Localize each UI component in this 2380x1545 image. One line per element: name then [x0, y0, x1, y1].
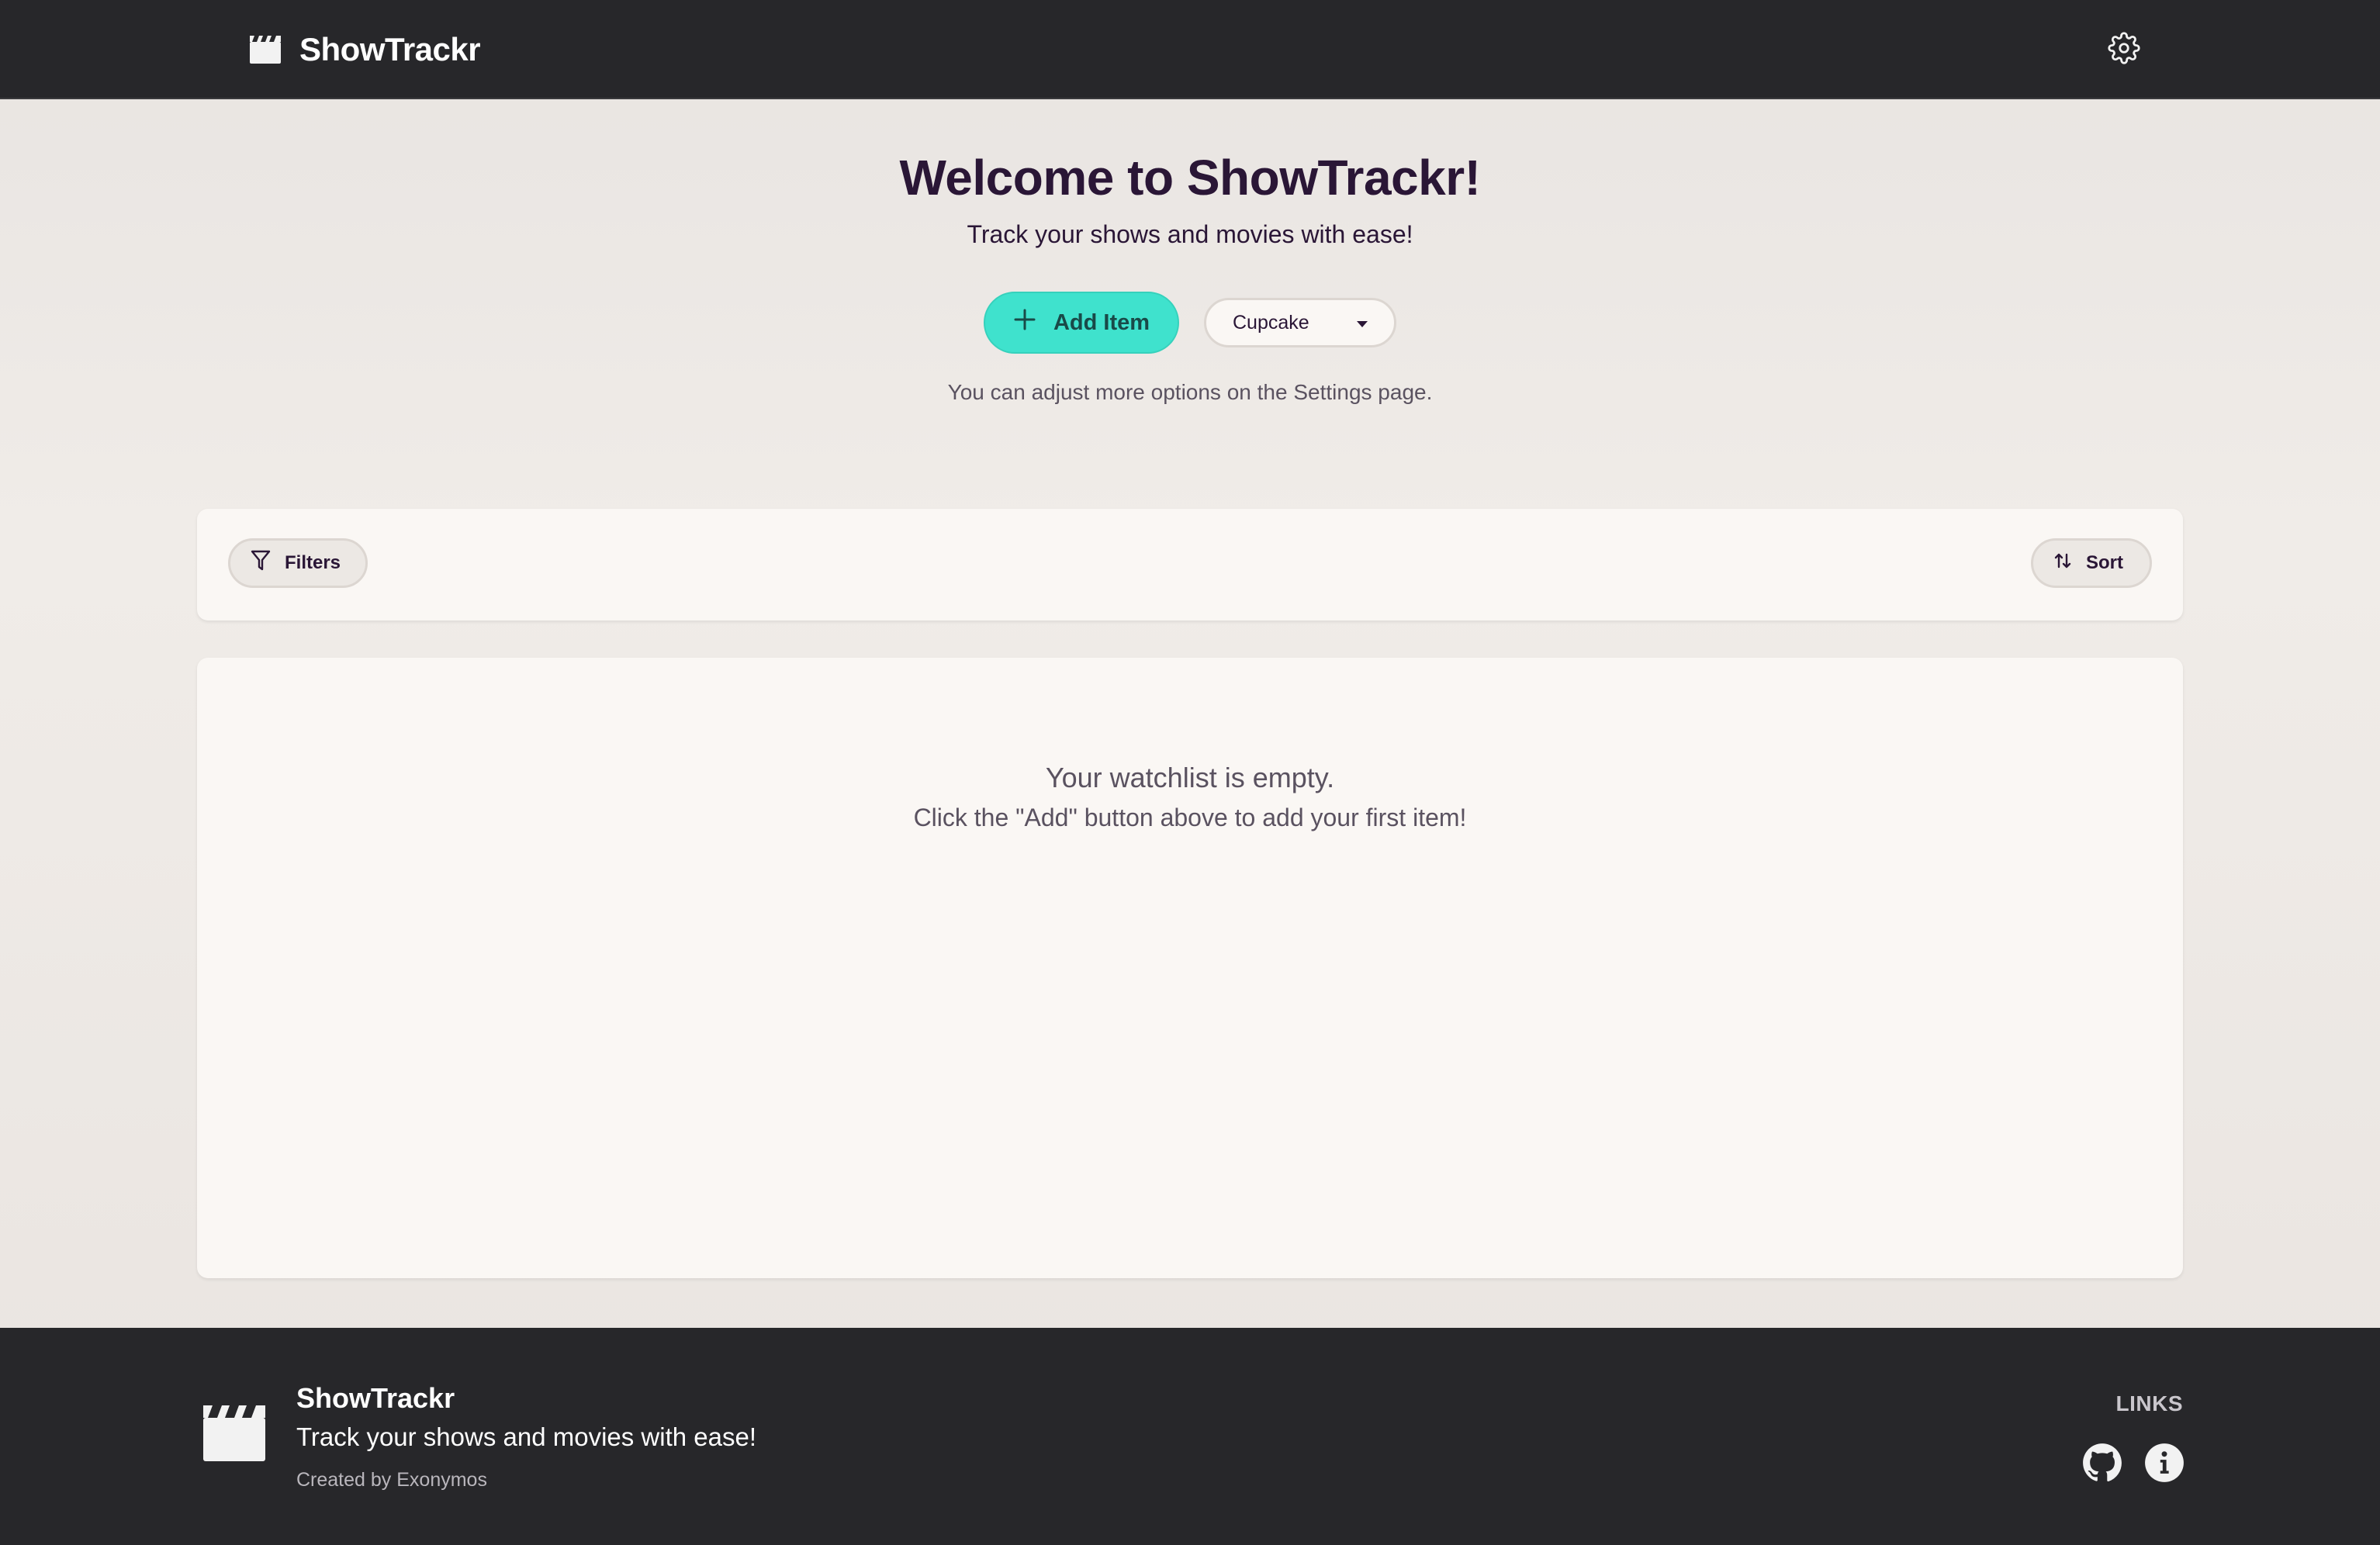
filter-icon	[251, 550, 271, 577]
add-item-button[interactable]: Add Item	[984, 292, 1179, 354]
hero-actions: Add Item Cupcake	[0, 292, 2380, 354]
footer: ShowTrackr Track your shows and movies w…	[0, 1328, 2380, 1545]
plus-icon	[1013, 308, 1036, 337]
clapperboard-icon	[203, 1405, 265, 1461]
theme-select[interactable]: Cupcake	[1204, 298, 1396, 347]
clapperboard-icon	[250, 36, 281, 64]
brand-link[interactable]: ShowTrackr	[250, 0, 481, 99]
github-icon	[2082, 1443, 2122, 1486]
info-link[interactable]	[2144, 1443, 2185, 1483]
github-link[interactable]	[2082, 1443, 2122, 1483]
theme-select-value: Cupcake	[1233, 311, 1309, 334]
footer-title: ShowTrackr	[296, 1382, 455, 1414]
info-icon	[2144, 1443, 2185, 1486]
empty-state-title: Your watchlist is empty.	[1045, 762, 1335, 793]
filters-label: Filters	[285, 552, 341, 573]
empty-state-text: Click the "Add" button above to add your…	[913, 804, 1467, 831]
footer-credit: Created by Exonymos	[296, 1469, 487, 1491]
page-title: Welcome to ShowTrackr!	[899, 150, 1481, 206]
sort-arrows-icon	[2053, 551, 2072, 575]
brand-title: ShowTrackr	[299, 31, 481, 67]
settings-hint: You can adjust more options on the Setti…	[947, 380, 1433, 404]
sort-label: Sort	[2086, 552, 2123, 573]
footer-tagline: Track your shows and movies with ease!	[296, 1422, 757, 1451]
sort-button[interactable]: Sort	[2031, 538, 2152, 588]
filters-button[interactable]: Filters	[228, 538, 368, 588]
gear-icon	[2108, 31, 2140, 68]
filter-sort-toolbar: Filters Sort	[197, 509, 2183, 620]
add-item-label: Add Item	[1053, 309, 1150, 335]
settings-button[interactable]	[2101, 26, 2147, 73]
page-subtitle: Track your shows and movies with ease!	[967, 220, 1413, 248]
navbar: ShowTrackr	[0, 0, 2380, 99]
caret-down-icon	[1357, 321, 1368, 327]
watchlist-panel: Your watchlist is empty. Click the "Add"…	[197, 658, 2183, 1278]
footer-links-heading: LINKS	[2115, 1391, 2183, 1415]
